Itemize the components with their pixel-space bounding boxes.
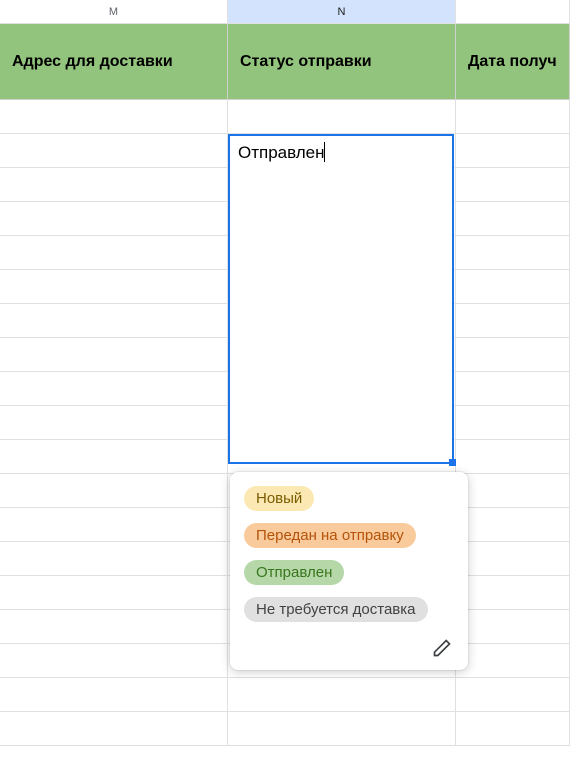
header-row: Адрес для доставки Статус отправки Дата …: [0, 24, 570, 100]
cell[interactable]: [0, 610, 228, 643]
column-letter-n[interactable]: N: [228, 0, 456, 23]
table-row: [0, 678, 570, 712]
status-chip: Передан на отправку: [244, 523, 416, 548]
cell[interactable]: [456, 338, 570, 371]
cell[interactable]: [0, 134, 228, 167]
cell[interactable]: [0, 644, 228, 677]
cell[interactable]: [0, 270, 228, 303]
cell[interactable]: [228, 712, 456, 745]
cell[interactable]: [0, 236, 228, 269]
cell[interactable]: [456, 134, 570, 167]
cell[interactable]: [456, 236, 570, 269]
text-cursor: [324, 142, 325, 162]
editing-cell[interactable]: Отправлен: [228, 134, 454, 464]
cell[interactable]: [456, 406, 570, 439]
cell[interactable]: [0, 406, 228, 439]
cell[interactable]: [456, 440, 570, 473]
cell[interactable]: [456, 372, 570, 405]
cell[interactable]: [456, 712, 570, 745]
cell[interactable]: [456, 508, 570, 541]
cell[interactable]: [456, 202, 570, 235]
cell[interactable]: [0, 338, 228, 371]
cell[interactable]: [0, 712, 228, 745]
status-chip: Отправлен: [244, 560, 344, 585]
cell[interactable]: [0, 542, 228, 575]
cell[interactable]: [0, 508, 228, 541]
column-letter-row: M N: [0, 0, 570, 24]
cell[interactable]: [456, 270, 570, 303]
cell[interactable]: [456, 474, 570, 507]
cell[interactable]: [228, 678, 456, 711]
cell[interactable]: [456, 100, 570, 133]
dropdown-option[interactable]: Отправлен: [230, 554, 468, 591]
cell[interactable]: [228, 100, 456, 133]
pencil-icon[interactable]: [432, 638, 452, 658]
dropdown-option[interactable]: Не требуется доставка: [230, 591, 468, 628]
cell[interactable]: [456, 644, 570, 677]
cell[interactable]: [0, 440, 228, 473]
cell[interactable]: [456, 168, 570, 201]
table-row: [0, 712, 570, 746]
cell[interactable]: [456, 678, 570, 711]
column-letter-m[interactable]: M: [0, 0, 228, 23]
cell[interactable]: [0, 168, 228, 201]
cell-input[interactable]: Отправлен: [230, 136, 452, 169]
cell[interactable]: [0, 576, 228, 609]
cell[interactable]: [0, 100, 228, 133]
header-cell-address[interactable]: Адрес для доставки: [0, 24, 228, 99]
cell[interactable]: [456, 304, 570, 337]
cell[interactable]: [0, 372, 228, 405]
cell[interactable]: [0, 678, 228, 711]
dropdown-option[interactable]: Новый: [230, 480, 468, 517]
header-cell-status[interactable]: Статус отправки: [228, 24, 456, 99]
cell-input-value: Отправлен: [238, 143, 325, 162]
validation-dropdown: Новый Передан на отправку Отправлен Не треб…: [230, 472, 468, 670]
cell[interactable]: [0, 202, 228, 235]
column-letter-o[interactable]: [456, 0, 570, 23]
cell[interactable]: [456, 610, 570, 643]
table-row: [0, 100, 570, 134]
dropdown-option[interactable]: Передан на отправку: [230, 517, 468, 554]
cell[interactable]: [456, 542, 570, 575]
fill-handle[interactable]: [449, 459, 456, 466]
header-cell-date[interactable]: Дата получ: [456, 24, 570, 99]
status-chip: Не требуется доставка: [244, 597, 428, 622]
status-chip: Новый: [244, 486, 314, 511]
cell[interactable]: [456, 576, 570, 609]
dropdown-footer: [230, 628, 468, 662]
cell[interactable]: [0, 304, 228, 337]
cell[interactable]: [0, 474, 228, 507]
